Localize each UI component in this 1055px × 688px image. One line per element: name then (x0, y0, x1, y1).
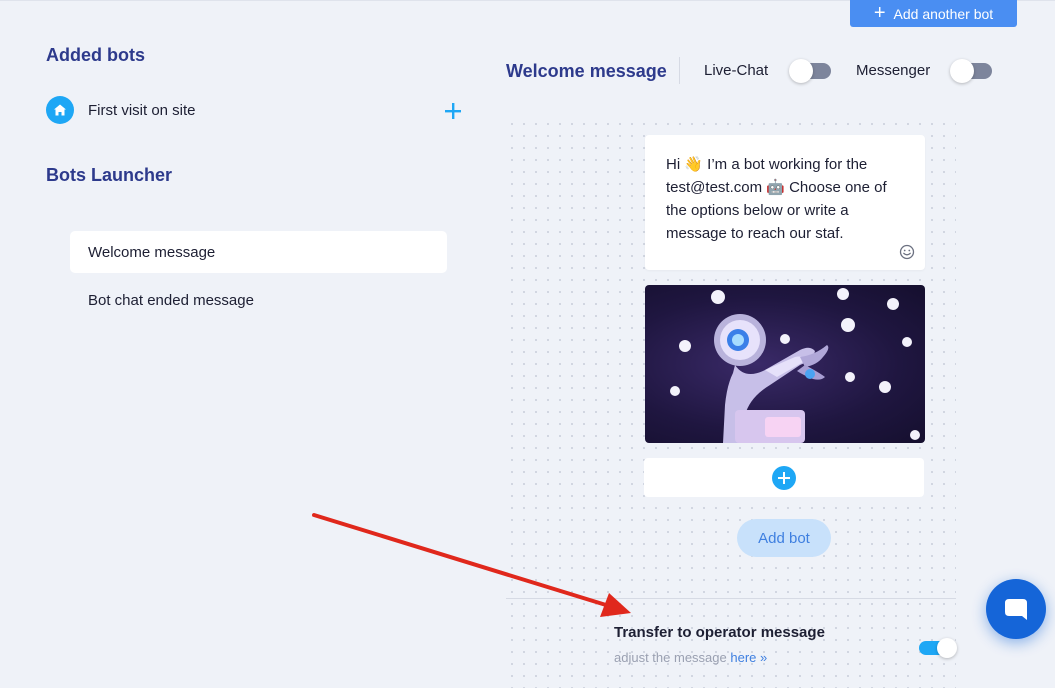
welcome-message-text: Hi 👋 I’m a bot working for the test@test… (666, 156, 887, 242)
bot-item-first-visit[interactable]: First visit on site (88, 102, 196, 119)
live-chat-label: Live-Chat (704, 62, 769, 79)
page-title: Welcome message (506, 61, 667, 81)
robot-image (645, 285, 925, 443)
welcome-message-card[interactable]: Hi 👋 I’m a bot working for the test@test… (645, 135, 925, 270)
toggle-knob (950, 59, 974, 83)
add-another-bot-label: Add another bot (893, 5, 994, 22)
launcher-item-label: Welcome message (88, 243, 216, 261)
bots-launcher-title: Bots Launcher (46, 165, 173, 185)
header-divider (679, 57, 680, 84)
launcher-item-label: Bot chat ended message (88, 291, 254, 309)
toggle-knob (937, 638, 957, 658)
added-bots-title: Added bots (46, 45, 145, 65)
launcher-item-welcome-message[interactable]: Welcome message (70, 231, 447, 273)
home-icon (46, 96, 74, 124)
transfer-to-operator-title: Transfer to operator message (614, 624, 825, 641)
messenger-toggle[interactable] (950, 59, 992, 83)
plus-icon: + (873, 1, 886, 24)
transfer-toggle[interactable] (919, 638, 957, 658)
smiley-icon[interactable] (899, 244, 915, 260)
chat-launcher-button[interactable] (986, 579, 1046, 639)
add-another-bot-button[interactable]: + Add another bot (850, 0, 1017, 27)
transfer-subtitle-text: adjust the message (614, 650, 727, 665)
live-chat-toggle[interactable] (789, 59, 831, 83)
plus-icon[interactable] (772, 465, 796, 490)
messenger-label: Messenger (856, 62, 931, 79)
adjust-message-link[interactable]: here » (730, 650, 767, 665)
toggle-knob (789, 59, 813, 83)
section-divider (506, 598, 956, 599)
chat-icon (1005, 599, 1027, 620)
add-button-card[interactable] (644, 458, 924, 497)
launcher-item-bot-chat-ended[interactable]: Bot chat ended message (70, 279, 447, 321)
add-bot-plus-icon[interactable] (440, 98, 466, 124)
transfer-subtitle: adjust the message here » (614, 650, 767, 665)
add-bot-button[interactable]: Add bot (737, 519, 831, 557)
